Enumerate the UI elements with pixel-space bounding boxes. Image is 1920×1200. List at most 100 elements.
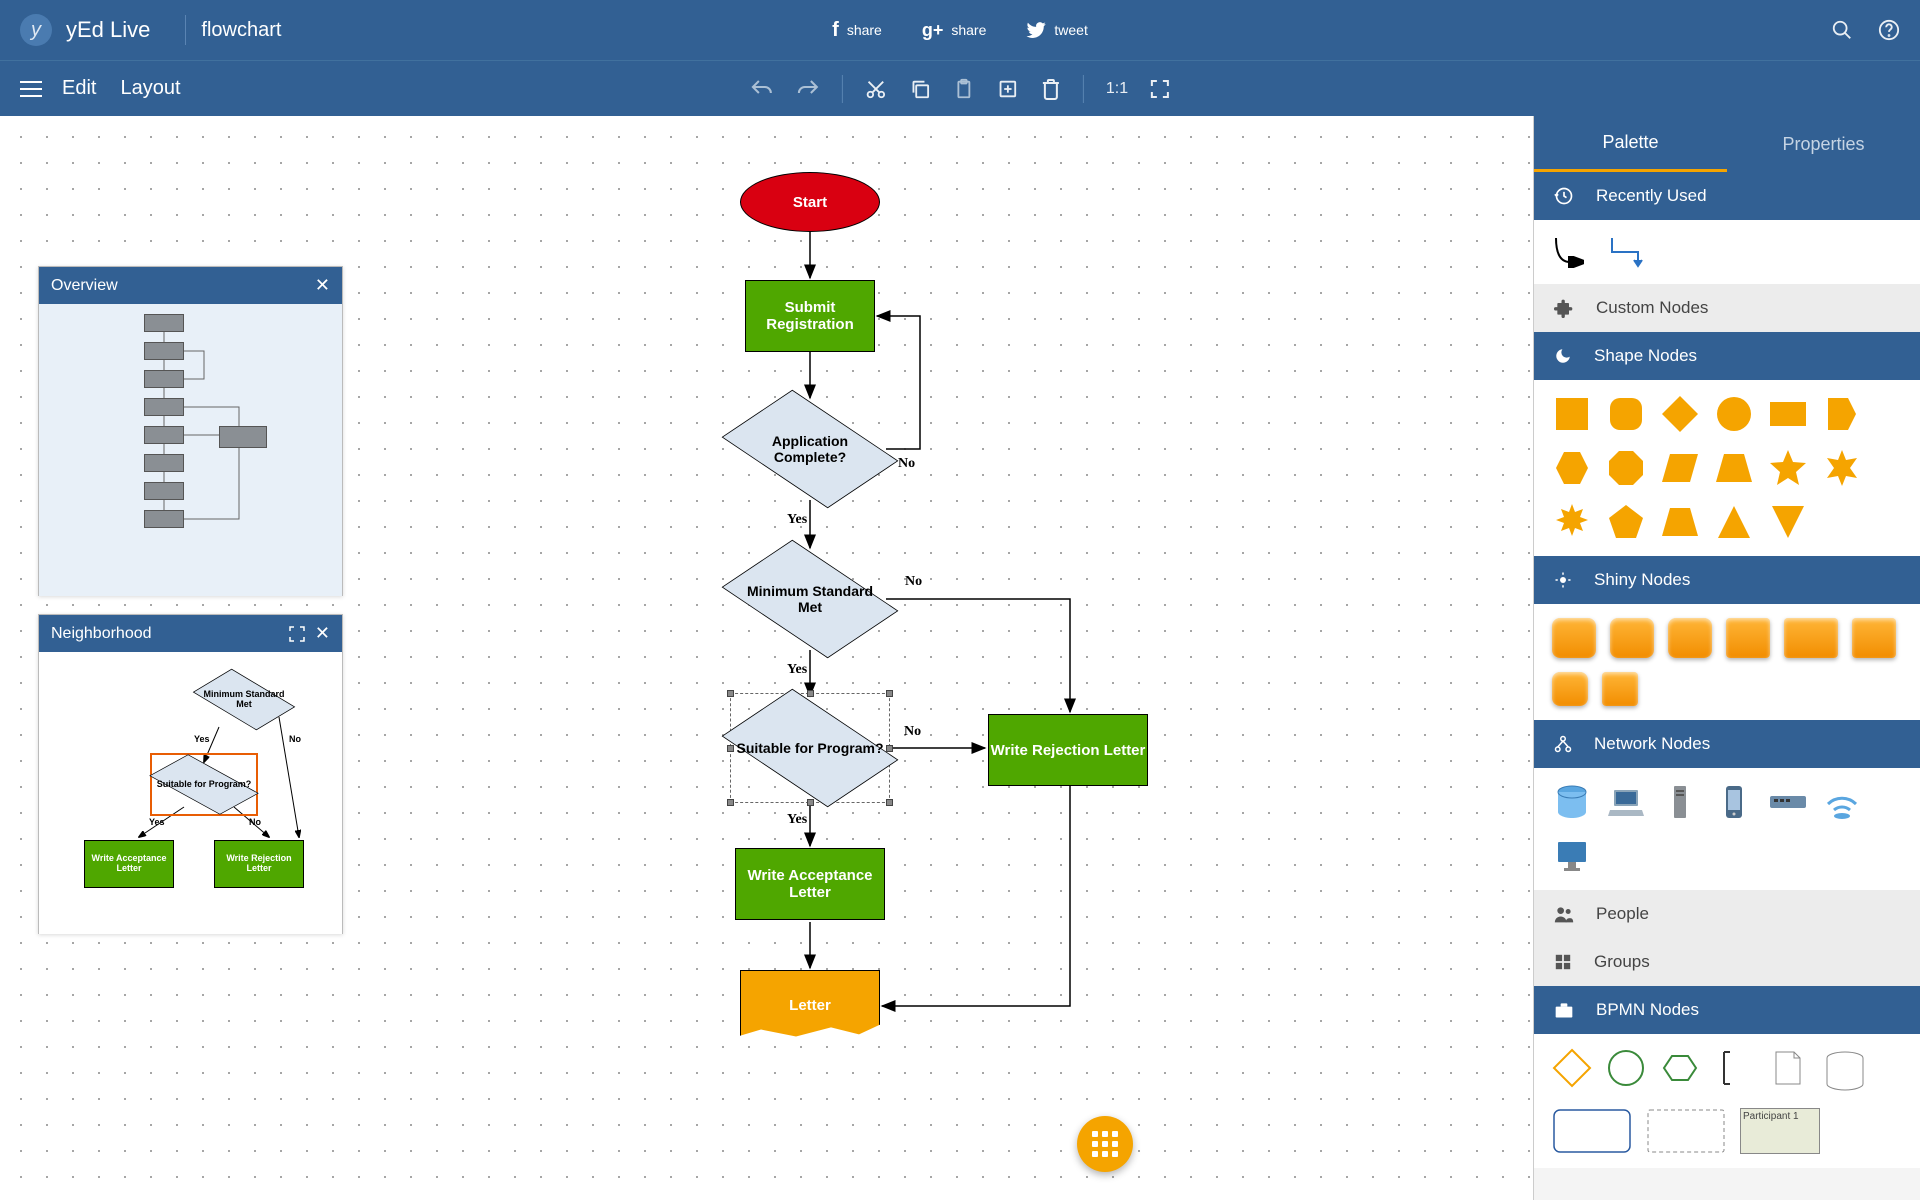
shape-triangle-up[interactable] [1714,502,1754,542]
wifi-icon[interactable] [1822,782,1862,822]
bpmn-subprocess[interactable] [1646,1108,1726,1154]
node-complete[interactable]: Application Complete? [735,399,885,499]
share-facebook[interactable]: fshare [832,19,882,42]
zoom-reset[interactable]: 1:1 [1106,80,1128,98]
section-recent[interactable]: Recently Used [1534,172,1920,220]
bpmn-body: Participant 1 [1534,1034,1920,1168]
section-groups[interactable]: Groups [1534,938,1920,986]
redo-icon[interactable] [796,79,820,99]
tab-properties[interactable]: Properties [1727,116,1920,172]
close-icon[interactable]: ✕ [315,623,330,644]
menu-layout[interactable]: Layout [120,77,180,100]
shape-star6[interactable] [1822,448,1862,488]
shiny-node[interactable] [1552,672,1588,706]
shapes-body [1534,380,1920,556]
overview-header[interactable]: Overview✕ [39,267,342,304]
node-suitable[interactable]: Suitable for Program? [735,698,885,798]
tab-palette[interactable]: Palette [1534,116,1727,172]
shape-tag[interactable] [1822,394,1862,434]
section-people[interactable]: People [1534,890,1920,938]
node-reject[interactable]: Write Rejection Letter [988,714,1148,786]
shape-hexagon[interactable] [1552,448,1592,488]
neighborhood-header[interactable]: Neighborhood ✕ [39,615,342,652]
shiny-node[interactable] [1668,618,1712,658]
shape-diamond[interactable] [1660,394,1700,434]
section-shapes[interactable]: Shape Nodes [1534,332,1920,380]
section-network[interactable]: Network Nodes [1534,720,1920,768]
section-shiny[interactable]: Shiny Nodes [1534,556,1920,604]
facebook-icon: f [832,19,839,42]
monitor-icon[interactable] [1552,836,1592,876]
groups-icon [1554,953,1572,971]
sidebar: Palette Properties Recently Used Custom … [1533,116,1920,1200]
search-icon[interactable] [1831,19,1853,41]
shape-circle[interactable] [1714,394,1754,434]
shiny-node[interactable] [1552,618,1596,658]
bpmn-page[interactable] [1768,1048,1808,1088]
neighborhood-body[interactable]: Minimum Standard Met Suitable for Progra… [39,652,342,934]
hamburger-icon[interactable] [20,80,42,98]
undo-icon[interactable] [750,79,774,99]
node-accept[interactable]: Write Acceptance Letter [735,848,885,920]
close-icon[interactable]: ✕ [315,275,330,296]
canvas[interactable]: No Yes No Yes No Yes Start Submit Regist… [0,116,1533,1200]
overview-body[interactable] [39,304,342,596]
section-custom[interactable]: Custom Nodes [1534,284,1920,332]
delete-icon[interactable] [1041,78,1061,100]
shiny-node[interactable] [1610,618,1654,658]
shape-trapezoid[interactable] [1714,448,1754,488]
cut-icon[interactable] [865,78,887,100]
database-icon[interactable] [1552,782,1592,822]
bpmn-task[interactable] [1552,1108,1632,1154]
share-twitter[interactable]: tweet [1026,19,1087,42]
node-submit[interactable]: Submit Registration [745,280,875,352]
shape-pentagon[interactable] [1606,502,1646,542]
shape-triangle-down[interactable] [1768,502,1808,542]
share-group: fshare g+share tweet [832,19,1088,42]
shape-trapezoid2[interactable] [1660,502,1700,542]
bpmn-participant[interactable]: Participant 1 [1740,1108,1820,1154]
document-title[interactable]: flowchart [201,19,281,42]
share-gplus[interactable]: g+share [922,19,987,42]
network-icon [1554,735,1572,753]
shape-roundrect[interactable] [1606,394,1646,434]
shiny-body [1534,604,1920,720]
edge-ortho-icon[interactable] [1608,234,1650,270]
copy-icon[interactable] [909,78,931,100]
shape-star8[interactable] [1552,502,1592,542]
shape-star5[interactable] [1768,448,1808,488]
edge-curve-icon[interactable] [1552,234,1594,270]
duplicate-icon[interactable] [997,78,1019,100]
bpmn-annotation[interactable] [1714,1048,1754,1088]
shape-octagon[interactable] [1606,448,1646,488]
laptop-icon[interactable] [1606,782,1646,822]
shiny-node[interactable] [1852,618,1896,658]
shape-parallelogram[interactable] [1660,448,1700,488]
node-start[interactable]: Start [740,172,880,232]
section-bpmn[interactable]: BPMN Nodes [1534,986,1920,1034]
switch-icon[interactable] [1768,782,1808,822]
server-icon[interactable] [1660,782,1700,822]
shape-square[interactable] [1552,394,1592,434]
fullscreen-icon[interactable] [1150,79,1170,99]
paste-icon[interactable] [953,78,975,100]
overview-panel: Overview✕ [38,266,343,596]
shape-rect[interactable] [1768,394,1808,434]
edge-label-yes: Yes [787,812,807,828]
menu-edit[interactable]: Edit [62,77,96,100]
puzzle-icon [1554,298,1574,318]
shiny-node[interactable] [1726,618,1770,658]
node-letter[interactable]: Letter [740,970,880,1040]
bpmn-hexagon[interactable] [1660,1048,1700,1088]
shiny-node[interactable] [1602,672,1638,706]
bpmn-circle[interactable] [1606,1048,1646,1088]
fab-button[interactable] [1077,1116,1133,1172]
phone-icon[interactable] [1714,782,1754,822]
recent-body [1534,220,1920,284]
help-icon[interactable] [1878,19,1900,41]
bpmn-cylinder[interactable] [1822,1048,1868,1094]
node-standard[interactable]: Minimum Standard Met [735,549,885,649]
expand-icon[interactable] [289,626,305,642]
bpmn-diamond[interactable] [1552,1048,1592,1088]
shiny-node[interactable] [1784,618,1838,658]
